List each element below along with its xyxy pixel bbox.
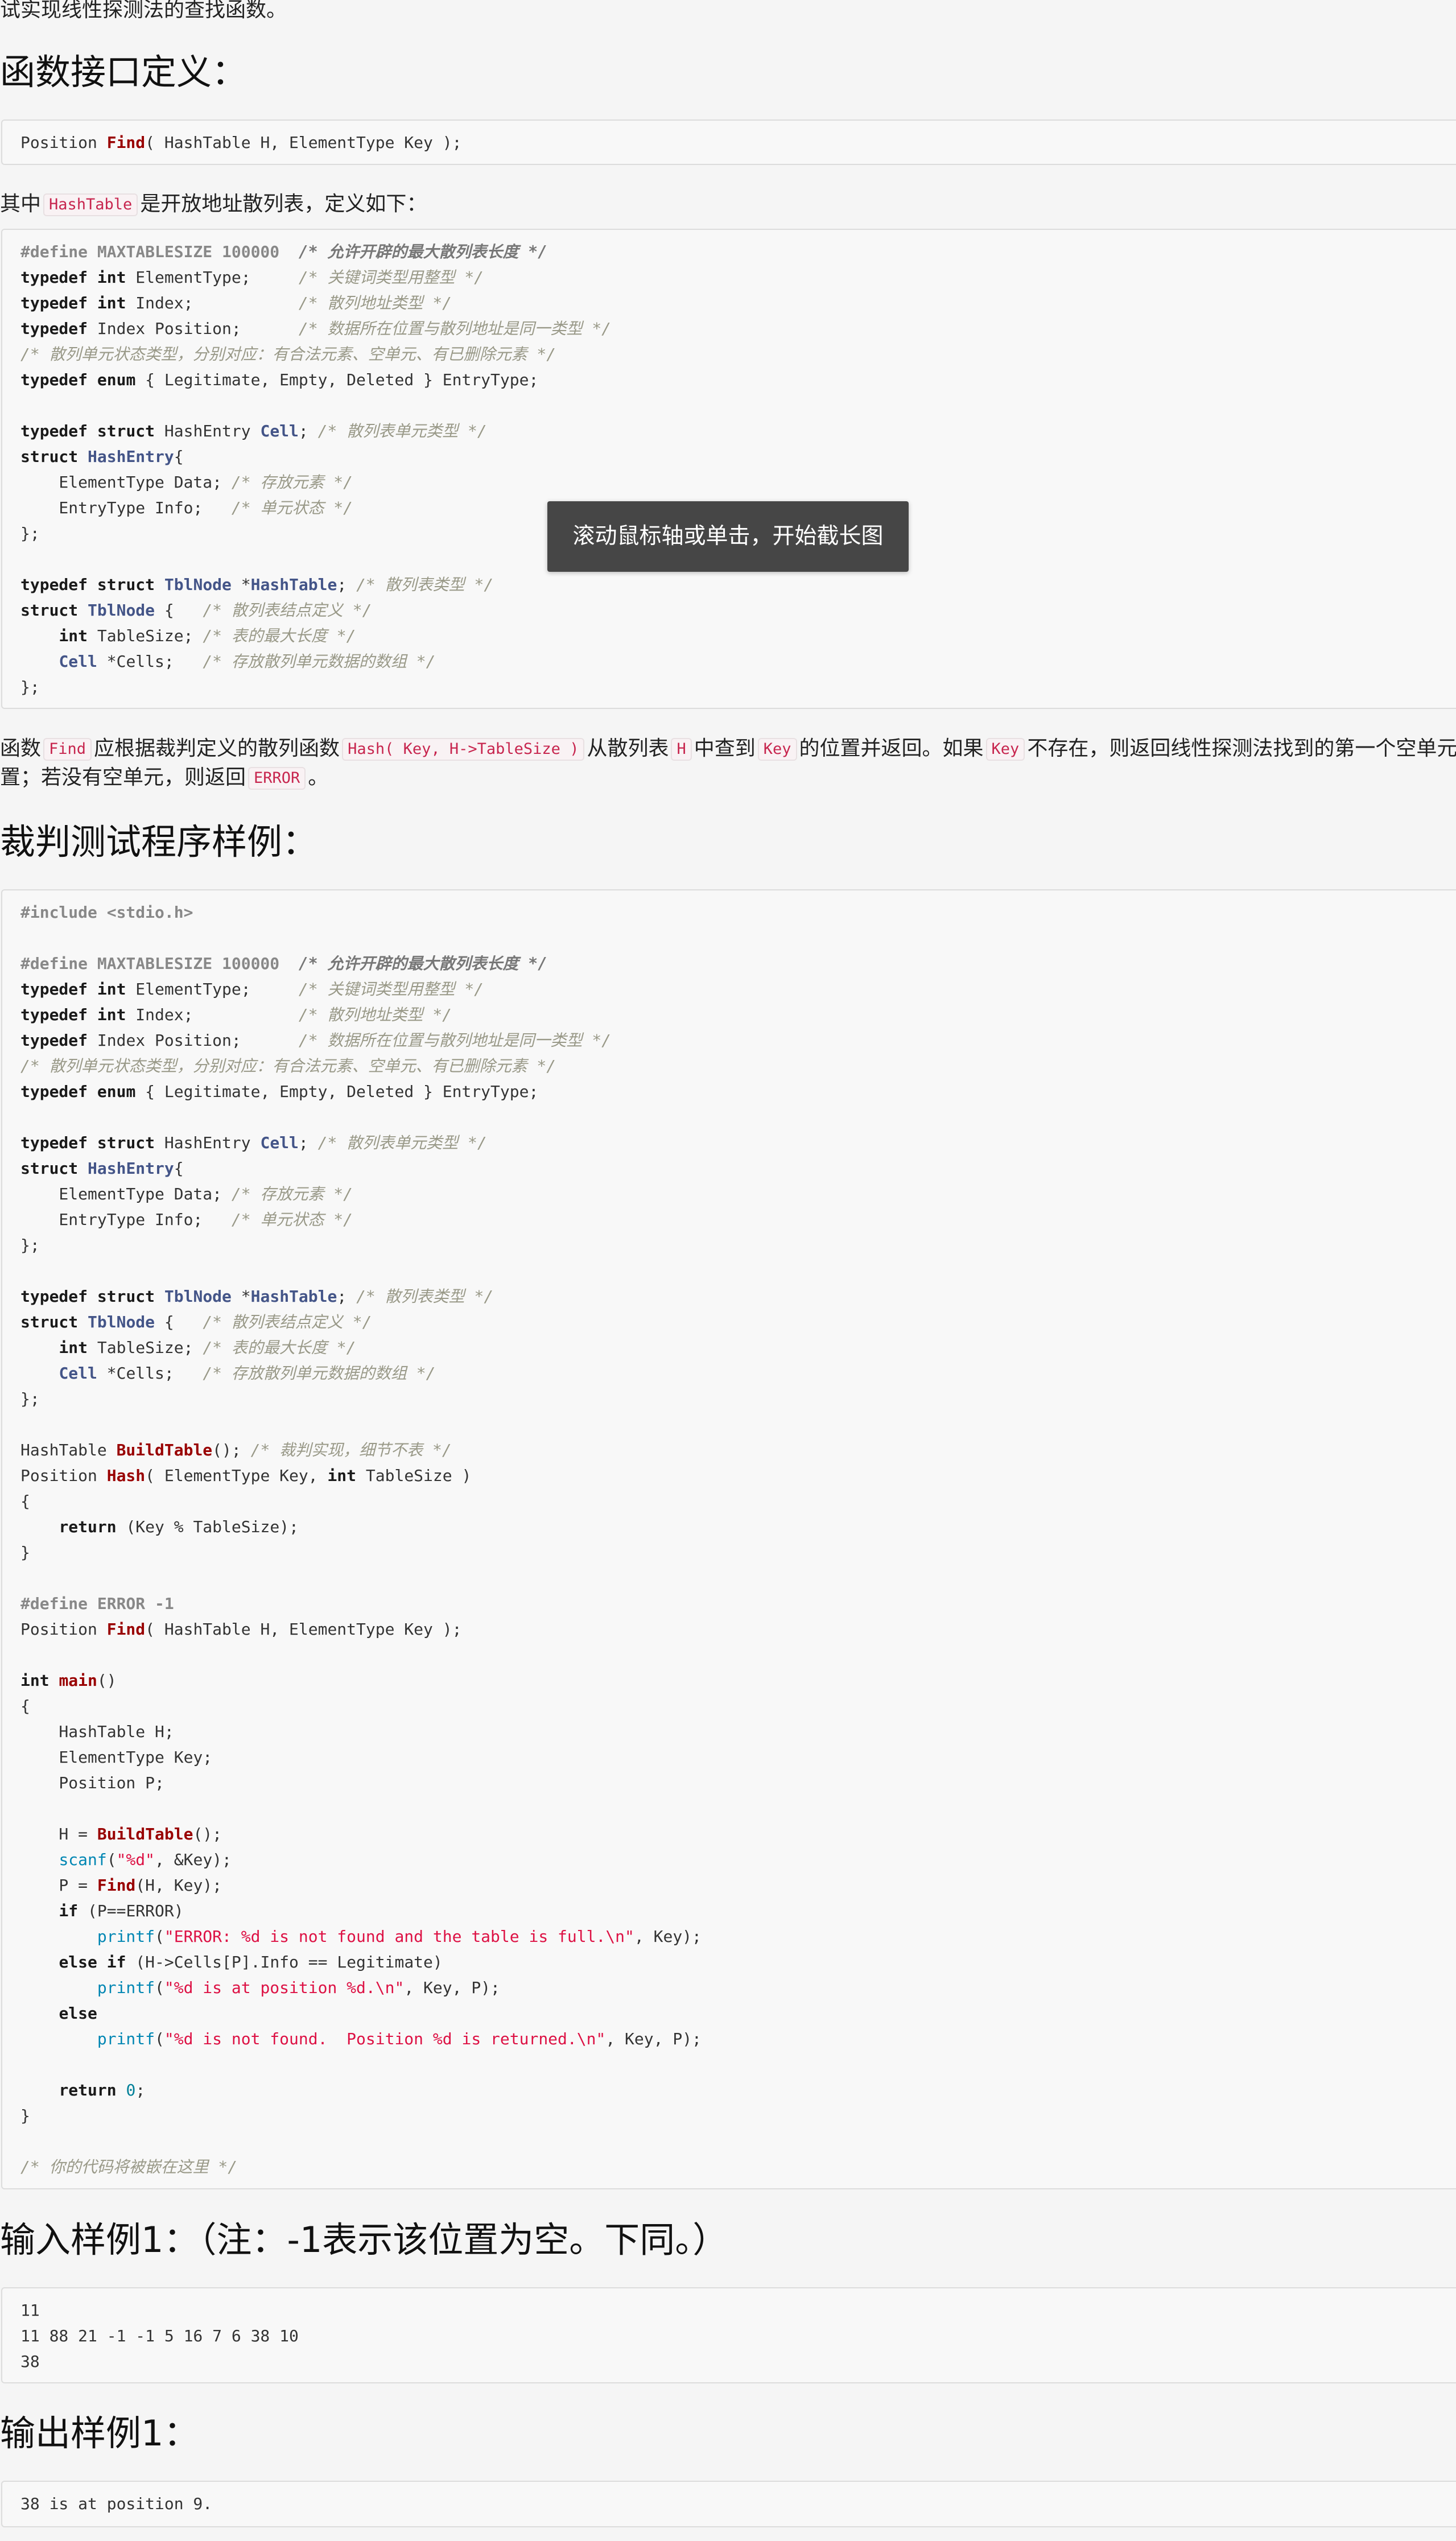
hashtable-description: 其中 HashTable 是开放地址散列表，定义如下：: [0, 189, 427, 218]
inline-code-key: Key: [985, 738, 1025, 761]
find-desc-text: 函数: [0, 737, 42, 760]
sample-output-line: 38 is at position 9.: [20, 2494, 213, 2513]
find-desc-text: 置；若没有空单元，则返回: [0, 766, 246, 789]
inline-code-h: H: [671, 738, 692, 761]
heading-test-program: 裁判测试程序样例：: [0, 821, 318, 863]
code-block-test-program: #include <stdio.h> #define MAXTABLESIZE …: [1, 889, 1456, 2189]
sample-input-line: 38: [20, 2352, 40, 2371]
find-desc-text: 。: [308, 766, 329, 789]
heading-sample-output: 输出样例1：: [0, 2412, 199, 2454]
inline-code-error: ERROR: [248, 767, 306, 790]
sample-input-line: 11 88 21 -1 -1 5 16 7 6 38 10: [20, 2326, 299, 2345]
code-block-sample-output: 38 is at position 9.: [1, 2481, 1456, 2527]
find-description-line2: 置；若没有空单元，则返回 ERROR。: [0, 763, 328, 792]
inline-code-key: Key: [757, 738, 797, 761]
code-block-sample-input: 11 11 88 21 -1 -1 5 16 7 6 38 10 38: [1, 2287, 1456, 2383]
code-interface: Position Find( HashTable H, ElementType …: [20, 133, 462, 152]
code-block-interface: Position Find( HashTable H, ElementType …: [1, 119, 1456, 165]
heading-function-interface: 函数接口定义：: [0, 51, 248, 93]
find-desc-text: 应根据裁判定义的散列函数: [94, 737, 340, 760]
find-description-line1: 函数 Find 应根据裁判定义的散列函数 Hash( Key, H->TableSiz…: [0, 734, 1456, 763]
intro-text: 试实现线性探测法的查找函数。: [0, 0, 287, 22]
code-typedefs: #define MAXTABLESIZE 100000 /* 允许开辟的最大散列…: [20, 242, 612, 696]
desc-suffix: 是开放地址散列表，定义如下：: [140, 192, 427, 216]
sample-output: 38 is at position 9.: [20, 2491, 212, 2517]
screenshot-toast[interactable]: 滚动鼠标轴或单击，开始截长图: [547, 501, 909, 572]
find-desc-text: 的位置并返回。如果: [799, 737, 984, 760]
sample-input-line: 11: [20, 2301, 40, 2320]
inline-code-find: Find: [43, 738, 92, 761]
inline-code-hash: Hash( Key, H->TableSize ): [342, 738, 585, 761]
desc-prefix: 其中: [0, 192, 42, 216]
heading-sample-input: 输入样例1：（注：-1表示该位置为空。下同。）: [0, 2219, 728, 2260]
code-test-program: #include <stdio.h> #define MAXTABLESIZE …: [20, 903, 702, 2176]
code-block-typedefs: #define MAXTABLESIZE 100000 /* 允许开辟的最大散列…: [1, 229, 1456, 709]
find-desc-text: 中查到: [694, 737, 756, 760]
inline-code-hashtable: HashTable: [43, 193, 138, 216]
find-desc-text: 从散列表: [587, 737, 669, 760]
sample-input: 11 11 88 21 -1 -1 5 16 7 6 38 10 38: [20, 2297, 299, 2374]
find-desc-text: 不存在，则返回线性探测法找到的第一个空单元的位: [1027, 737, 1456, 760]
